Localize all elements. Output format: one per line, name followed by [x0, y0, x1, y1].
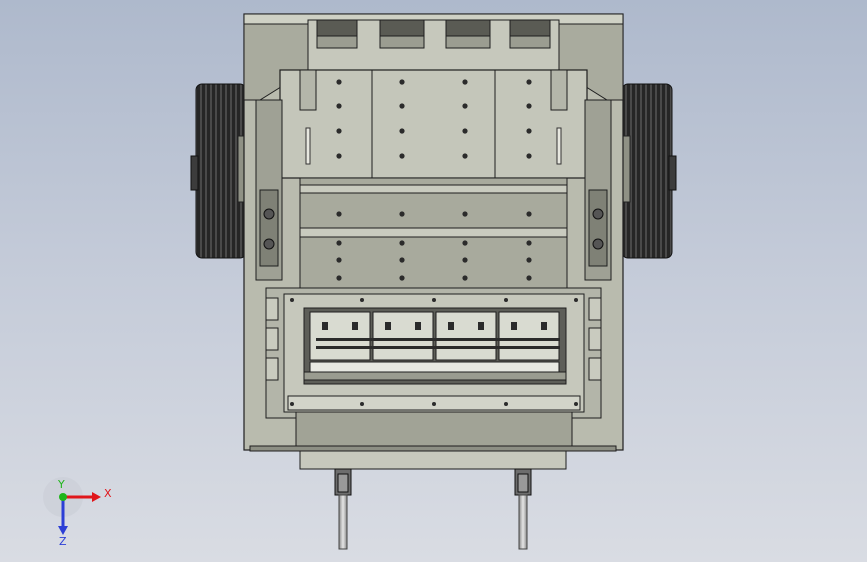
- cad-3d-viewport[interactable]: X Y Z: [0, 0, 867, 562]
- left-bearing-housing[interactable]: [255, 99, 283, 281]
- z-axis-label: Z: [59, 535, 67, 548]
- z-axis-arrowhead: [58, 526, 68, 535]
- discharge-frame[interactable]: [265, 287, 602, 451]
- tension-rod-housing[interactable]: [299, 450, 567, 470]
- left-tension-rod[interactable]: [334, 468, 352, 550]
- coordinate-triad: X Y Z: [43, 477, 112, 548]
- y-axis-point: [59, 493, 67, 501]
- base-plate[interactable]: [249, 445, 617, 452]
- y-axis-label: Y: [57, 478, 65, 491]
- x-axis-label: X: [104, 487, 112, 500]
- x-axis-arrowhead: [92, 492, 101, 502]
- swing-jaw-plate[interactable]: [279, 69, 588, 179]
- crushing-chamber[interactable]: [299, 177, 568, 289]
- right-bearing-housing[interactable]: [584, 99, 612, 281]
- right-tension-rod[interactable]: [514, 468, 532, 550]
- crusher-model[interactable]: [190, 13, 677, 550]
